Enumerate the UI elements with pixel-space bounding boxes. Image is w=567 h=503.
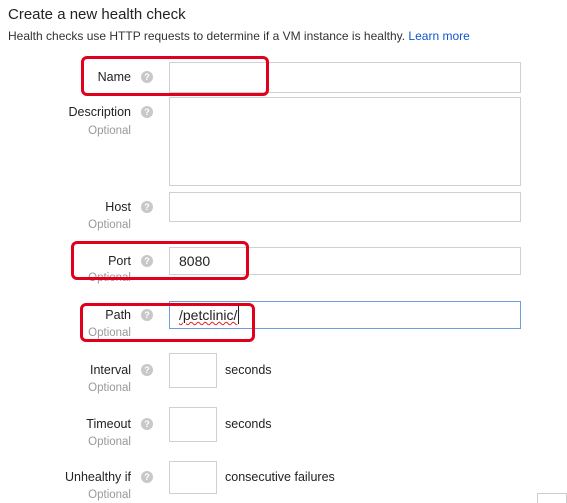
highlight-path xyxy=(80,303,255,342)
description-row: Description Optional ? xyxy=(0,97,567,187)
interval-label: Interval xyxy=(90,363,131,377)
learn-more-link[interactable]: Learn more xyxy=(408,29,469,43)
interval-input[interactable] xyxy=(169,353,217,388)
highlight-name xyxy=(81,56,269,96)
unhealthy-row: Unhealthy if Optional ? consecutive fail… xyxy=(0,461,567,502)
page-subtitle: Health checks use HTTP requests to deter… xyxy=(8,29,470,43)
interval-optional: Optional xyxy=(88,382,131,394)
host-optional: Optional xyxy=(88,219,131,231)
page-title: Create a new health check xyxy=(8,6,186,23)
host-row: Host Optional ? xyxy=(0,192,567,232)
host-label: Host xyxy=(105,200,131,214)
description-label: Description xyxy=(68,105,131,119)
timeout-unit: seconds xyxy=(225,417,272,431)
description-optional: Optional xyxy=(88,125,131,137)
unhealthy-optional: Optional xyxy=(88,489,131,501)
timeout-optional: Optional xyxy=(88,436,131,448)
description-textarea[interactable] xyxy=(169,97,521,186)
unhealthy-label: Unhealthy if xyxy=(64,470,131,484)
highlight-port xyxy=(71,241,249,280)
subtitle-text: Health checks use HTTP requests to deter… xyxy=(8,29,406,43)
host-help-icon[interactable]: ? xyxy=(141,201,153,213)
unhealthy-unit: consecutive failures xyxy=(225,470,335,484)
timeout-label: Timeout xyxy=(86,417,131,431)
timeout-input[interactable] xyxy=(169,407,217,442)
interval-help-icon[interactable]: ? xyxy=(141,364,153,376)
interval-row: Interval Optional ? seconds xyxy=(0,353,567,395)
unhealthy-input[interactable] xyxy=(169,461,217,494)
host-input[interactable] xyxy=(169,192,521,222)
interval-unit: seconds xyxy=(225,363,272,377)
description-help-icon[interactable]: ? xyxy=(141,106,153,118)
timeout-help-icon[interactable]: ? xyxy=(141,418,153,430)
timeout-row: Timeout Optional ? seconds xyxy=(0,407,567,449)
unhealthy-help-icon[interactable]: ? xyxy=(141,471,153,483)
